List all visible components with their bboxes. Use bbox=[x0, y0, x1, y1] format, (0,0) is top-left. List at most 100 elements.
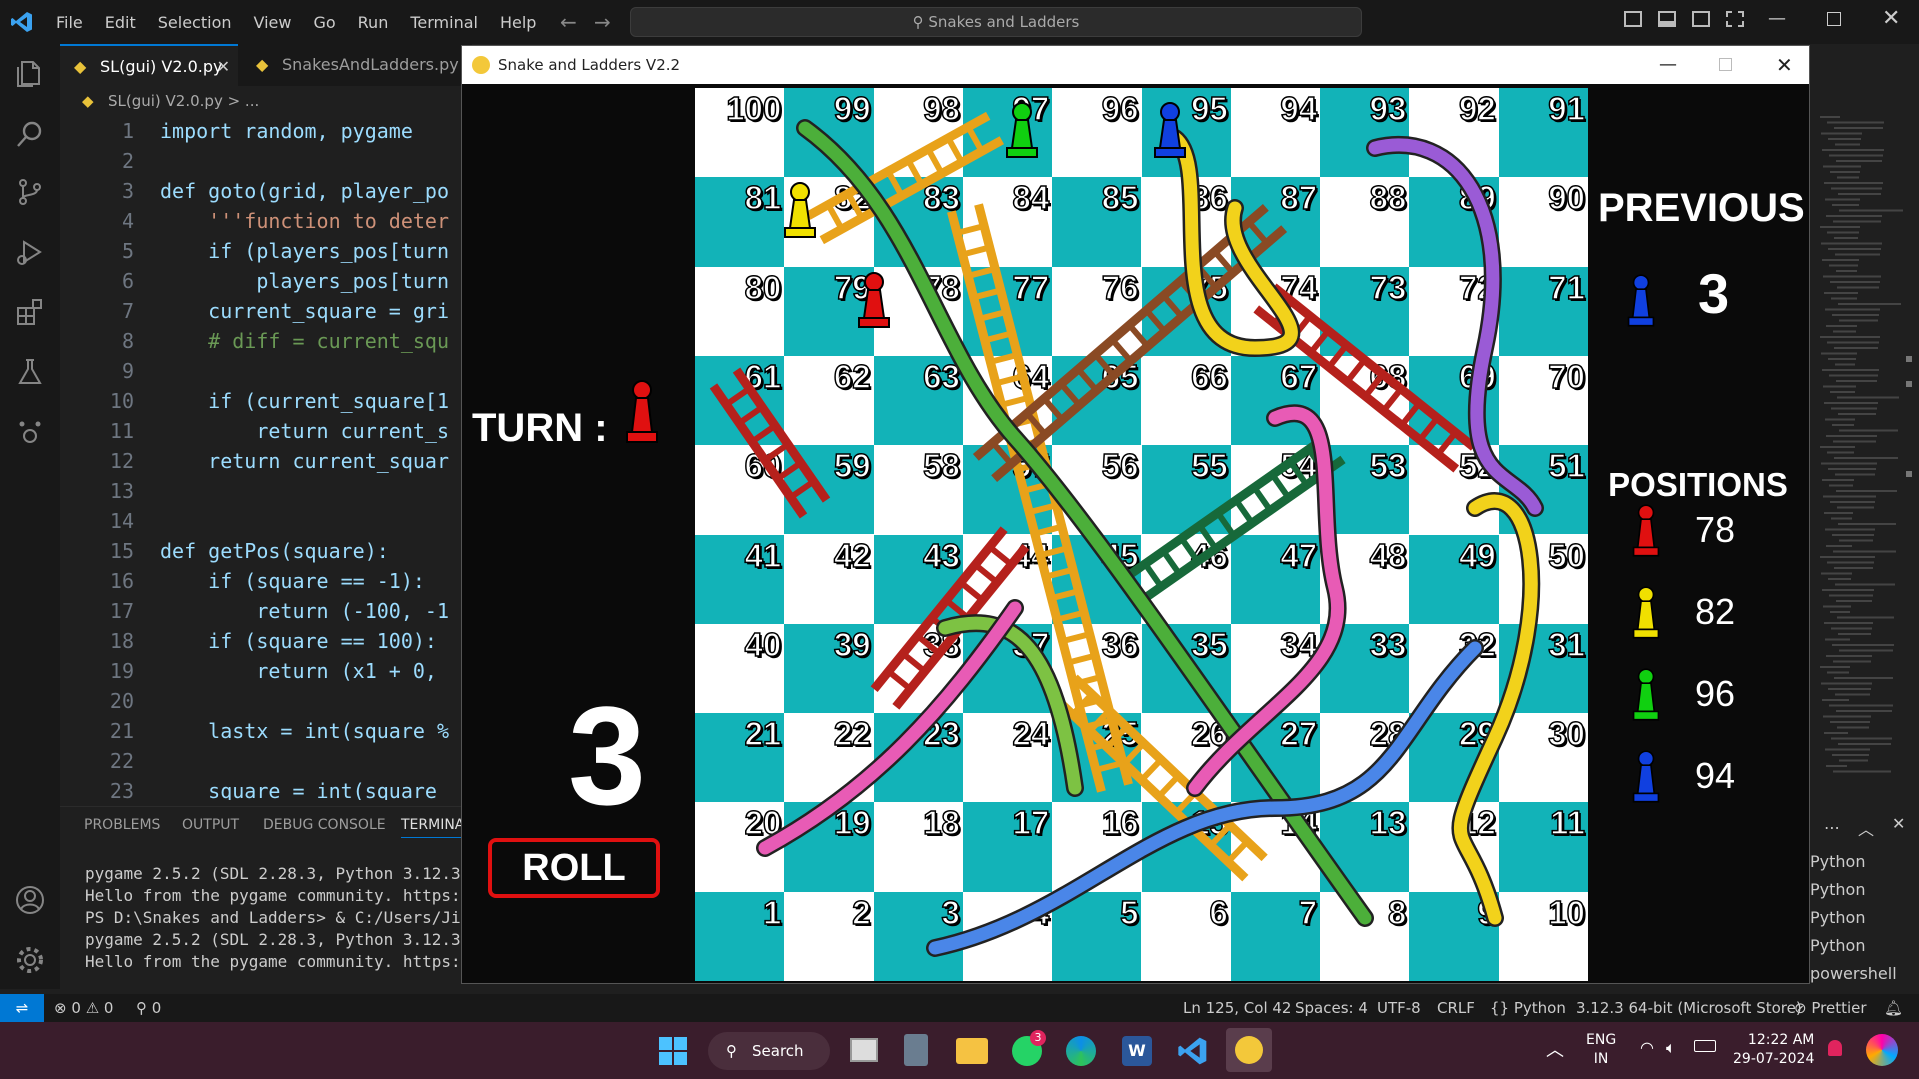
menu-go[interactable]: Go bbox=[313, 13, 335, 32]
settings-gear-icon[interactable] bbox=[14, 944, 46, 976]
menu-help[interactable]: Help bbox=[500, 13, 536, 32]
remote-indicator-icon[interactable]: ⇌ bbox=[0, 994, 44, 1022]
code-line[interactable]: 23 square = int(square bbox=[60, 776, 472, 800]
language-indicator[interactable]: ENG IN bbox=[1586, 1031, 1616, 1069]
prettier-status[interactable]: ⊘ Prettier bbox=[1794, 994, 1867, 1022]
code-line[interactable]: 6 players_pos[turn bbox=[60, 266, 472, 296]
close-icon[interactable]: ✕ bbox=[1882, 6, 1900, 31]
calculator-icon[interactable] bbox=[904, 1034, 928, 1066]
tab-debug-console[interactable]: DEBUG CONSOLE bbox=[263, 817, 386, 833]
vscode-taskbar-icon[interactable] bbox=[1177, 1035, 1209, 1067]
ports-indicator[interactable]: ⚲ 0 bbox=[136, 994, 161, 1022]
indentation[interactable]: Spaces: 4 bbox=[1295, 994, 1368, 1022]
tab-problems[interactable]: PROBLEMS bbox=[84, 817, 160, 833]
task-view-icon[interactable] bbox=[850, 1038, 878, 1062]
pygame-taskbar-button[interactable] bbox=[1226, 1028, 1272, 1072]
menu-edit[interactable]: Edit bbox=[105, 13, 136, 32]
code-line[interactable]: 9 bbox=[60, 356, 472, 386]
menu-view[interactable]: View bbox=[254, 13, 292, 32]
maximize-panel-icon[interactable]: ︿ bbox=[1858, 816, 1874, 840]
customize-layout-icon[interactable] bbox=[1726, 11, 1744, 27]
toggle-panel-icon[interactable] bbox=[1658, 11, 1676, 27]
python-interpreter[interactable]: 3.12.3 64-bit (Microsoft Store) bbox=[1576, 994, 1802, 1022]
clock[interactable]: 12:22 AM 29-07-2024 bbox=[1733, 1031, 1814, 1069]
battery-icon[interactable] bbox=[1694, 1040, 1716, 1052]
copilot-icon[interactable] bbox=[1866, 1034, 1898, 1066]
code-line[interactable]: 15 def getPos(square): bbox=[60, 536, 472, 566]
code-line[interactable]: 19 return (x1 + 0, bbox=[60, 656, 472, 686]
code-line[interactable]: 16 if (square == -1): bbox=[60, 566, 472, 596]
code-line[interactable]: 1 import random, pygame bbox=[60, 116, 472, 146]
terminal-instance[interactable]: Python bbox=[1810, 932, 1897, 960]
code-line[interactable]: 11 return current_s bbox=[60, 416, 472, 446]
language-mode[interactable]: {} Python bbox=[1490, 994, 1566, 1022]
notification-bell-icon[interactable] bbox=[1828, 1040, 1842, 1056]
command-center-search[interactable]: ⚲ Snakes and Ladders bbox=[630, 7, 1362, 37]
tab-sl-gui[interactable]: ◆ SL(gui) V2.0.py ✕ bbox=[60, 44, 238, 86]
roll-button[interactable]: ROLL bbox=[488, 838, 660, 898]
terminal-instance[interactable]: Python bbox=[1810, 876, 1897, 904]
code-line[interactable]: 2 bbox=[60, 146, 472, 176]
toggle-sidebar-icon[interactable] bbox=[1624, 11, 1642, 27]
code-line[interactable]: 13 bbox=[60, 476, 472, 506]
code-line[interactable]: 14 bbox=[60, 506, 472, 536]
run-debug-icon[interactable] bbox=[14, 236, 46, 268]
menu-file[interactable]: File bbox=[56, 13, 83, 32]
code-editor[interactable]: 1 import random, pygame 2 3 def goto(grid, p… bbox=[60, 116, 472, 800]
maximize-icon[interactable] bbox=[1827, 12, 1841, 26]
back-arrow-icon[interactable]: ← bbox=[560, 10, 577, 34]
code-line[interactable]: 7 current_square = gri bbox=[60, 296, 472, 326]
file-explorer-icon[interactable] bbox=[956, 1038, 988, 1064]
tab-snakes-and-ladders[interactable]: ◆ SnakesAndLadders.py bbox=[242, 44, 459, 86]
minimap[interactable] bbox=[1810, 116, 1919, 806]
explorer-icon[interactable] bbox=[14, 58, 46, 90]
code-line[interactable]: 5 if (players_pos[turn bbox=[60, 236, 472, 266]
close-panel-icon[interactable]: ✕ bbox=[1892, 814, 1905, 833]
volume-icon[interactable]: 🔈︎ bbox=[1666, 1038, 1676, 1058]
code-line[interactable]: 20 bbox=[60, 686, 472, 716]
code-line[interactable]: 4 '''function to deter bbox=[60, 206, 472, 236]
menu-terminal[interactable]: Terminal bbox=[410, 13, 478, 32]
minimize-icon[interactable]: — bbox=[1768, 8, 1786, 29]
extensions-icon[interactable] bbox=[14, 296, 46, 328]
toggle-secondary-sidebar-icon[interactable] bbox=[1692, 11, 1710, 27]
taskbar-search[interactable]: ⚲ Search bbox=[708, 1032, 830, 1070]
code-line[interactable]: 17 return (-100, -1 bbox=[60, 596, 472, 626]
menu-run[interactable]: Run bbox=[358, 13, 389, 32]
code-line[interactable]: 10 if (current_square[1 bbox=[60, 386, 472, 416]
maximize-icon[interactable] bbox=[1719, 58, 1732, 71]
word-icon[interactable]: W bbox=[1122, 1036, 1152, 1066]
wifi-icon[interactable]: ◠ bbox=[1640, 1038, 1654, 1057]
more-actions-icon[interactable]: ⋯ bbox=[1824, 818, 1840, 837]
windows-start-icon[interactable] bbox=[659, 1037, 687, 1065]
line-ending[interactable]: CRLF bbox=[1437, 994, 1475, 1022]
account-icon[interactable] bbox=[14, 884, 46, 916]
terminal-output[interactable]: pygame 2.5.2 (SDL 2.28.3, Python 3.12.3)… bbox=[85, 863, 490, 973]
search-icon[interactable] bbox=[14, 118, 46, 150]
terminal-instance[interactable]: Python bbox=[1810, 904, 1897, 932]
terminal-instance[interactable]: Python bbox=[1810, 848, 1897, 876]
remote-explorer-icon[interactable] bbox=[14, 416, 46, 448]
tab-output[interactable]: OUTPUT bbox=[182, 817, 239, 833]
code-line[interactable]: 21 lastx = int(square % bbox=[60, 716, 472, 746]
close-tab-icon[interactable]: ✕ bbox=[217, 46, 230, 88]
terminal-instance[interactable]: powershell bbox=[1810, 960, 1897, 988]
code-line[interactable]: 18 if (square == 100): bbox=[60, 626, 472, 656]
show-hidden-icons-chevron-icon[interactable]: ︿ bbox=[1546, 1036, 1564, 1062]
encoding[interactable]: UTF-8 bbox=[1377, 994, 1421, 1022]
code-line[interactable]: 3 def goto(grid, player_po bbox=[60, 176, 472, 206]
edge-browser-icon[interactable] bbox=[1066, 1036, 1096, 1066]
close-icon[interactable]: ✕ bbox=[1776, 46, 1793, 84]
problems-indicator[interactable]: ⊗ 0 ⚠ 0 bbox=[54, 994, 113, 1022]
source-control-icon[interactable] bbox=[14, 176, 46, 208]
code-line[interactable]: 8 # diff = current_squ bbox=[60, 326, 472, 356]
minimize-icon[interactable]: — bbox=[1659, 46, 1677, 84]
menu-selection[interactable]: Selection bbox=[158, 13, 232, 32]
code-line[interactable]: 12 return current_squar bbox=[60, 446, 472, 476]
forward-arrow-icon[interactable]: → bbox=[594, 10, 611, 34]
notifications-bell-icon[interactable]: 🔔︎ bbox=[1884, 994, 1903, 1022]
cursor-position[interactable]: Ln 125, Col 42 bbox=[1183, 994, 1291, 1022]
breadcrumb[interactable]: ◆ SL(gui) V2.0.py > ... bbox=[60, 86, 472, 116]
code-line[interactable]: 22 bbox=[60, 746, 472, 776]
testing-icon[interactable] bbox=[14, 356, 46, 388]
